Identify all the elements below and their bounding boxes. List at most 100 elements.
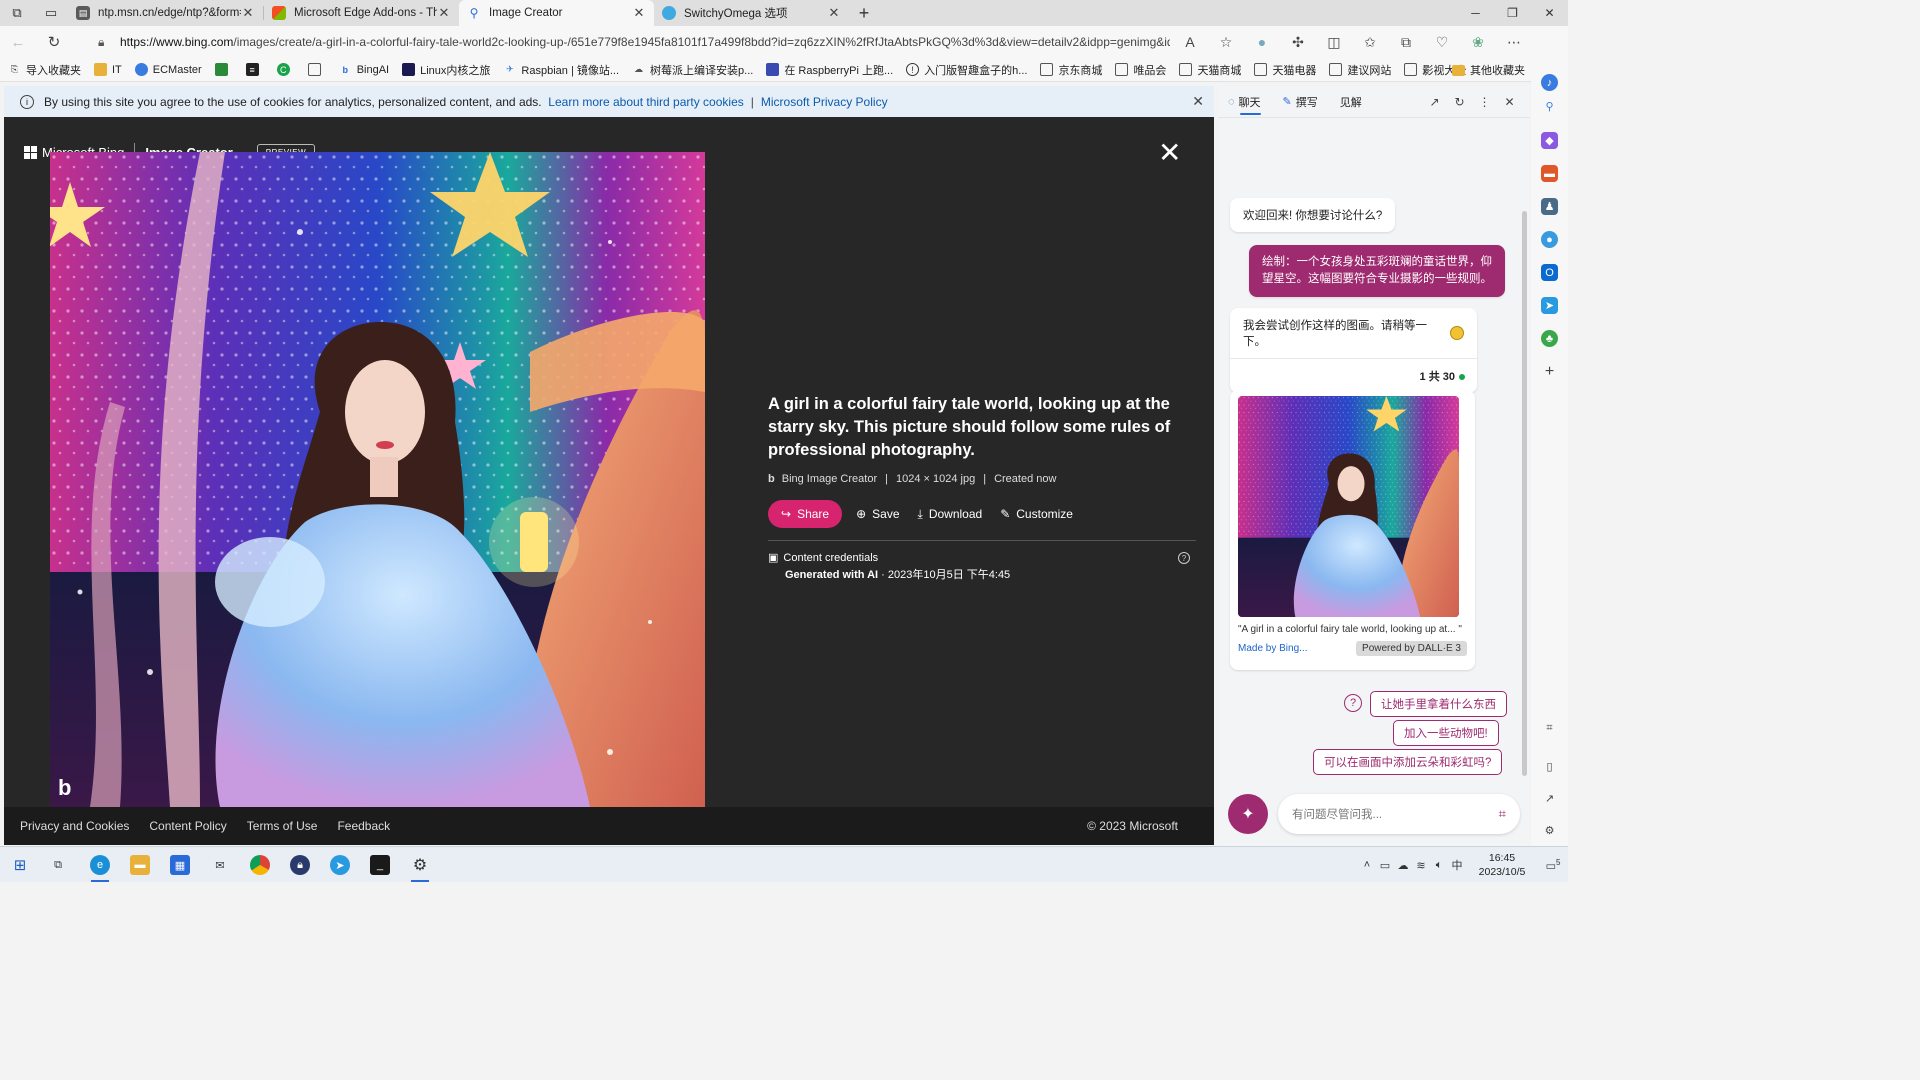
lock-icon[interactable]: 🔒︎ <box>98 35 120 50</box>
refresh-icon[interactable]: ↻ <box>1447 95 1472 109</box>
edge-taskbar-icon[interactable]: e <box>90 855 110 875</box>
vertical-tabs-icon[interactable]: ▭ <box>34 0 68 26</box>
close-tab-icon[interactable]: ✕ <box>437 5 451 21</box>
fav-tmall-elec[interactable]: 天猫电器 <box>1254 62 1316 78</box>
save-button[interactable]: ⊕ Save <box>856 507 899 521</box>
restore-icon[interactable]: ❐ <box>1494 0 1531 26</box>
fav-bingai[interactable]: b BingAI <box>339 63 389 76</box>
close-tab-icon[interactable]: ✕ <box>827 5 841 21</box>
privacy-link[interactable]: Privacy and Cookies <box>20 819 129 833</box>
close-icon[interactable]: ✕ <box>1497 95 1522 109</box>
close-tab-icon[interactable]: ✕ <box>632 5 646 21</box>
workspaces-icon[interactable]: ⧉ <box>0 0 34 26</box>
back-icon[interactable]: ← <box>0 34 36 51</box>
external-link-icon[interactable]: ↗ <box>1541 790 1558 807</box>
onedrive-icon[interactable]: ☁ <box>1394 859 1412 872</box>
tools-icon[interactable]: ▬ <box>1541 165 1558 182</box>
favorites-icon[interactable]: ✩ <box>1352 34 1388 51</box>
games-icon[interactable]: ♟ <box>1541 198 1558 215</box>
notification-center-icon[interactable]: ▭5 <box>1538 858 1568 873</box>
tab-insights[interactable]: 见解 <box>1340 86 1362 118</box>
more-menu-icon[interactable]: ⋯ <box>1496 34 1532 51</box>
fav-import[interactable]: ⎘ 导入收藏夹 <box>8 62 81 78</box>
download-button[interactable]: ⤓ Download <box>918 507 983 522</box>
fav-ecmaster[interactable]: ECMaster <box>134 63 202 76</box>
ime-indicator[interactable]: 中 <box>1448 857 1466 873</box>
open-in-new-icon[interactable]: ↗ <box>1422 95 1447 109</box>
clock[interactable]: 16:45 2023/10/5 <box>1466 851 1538 879</box>
outlook-icon[interactable]: O <box>1541 264 1558 281</box>
close-icon[interactable]: ✕ <box>1192 93 1204 110</box>
suggestion-2[interactable]: 加入一些动物吧! <box>1393 720 1499 746</box>
fav-page[interactable] <box>307 63 326 76</box>
search-icon[interactable]: ⚲ <box>1541 98 1558 115</box>
mail-icon[interactable]: ✉ <box>210 855 230 875</box>
feedback-link[interactable]: Feedback <box>337 819 390 833</box>
vpn-lock-icon[interactable]: 🔒︎ <box>290 855 310 875</box>
chevron-right-icon[interactable]: › <box>1422 58 1427 82</box>
suggestion-1[interactable]: 让她手里拿着什么东西 <box>1370 691 1507 717</box>
battery-icon[interactable]: ▭ <box>1376 859 1394 872</box>
refresh-icon[interactable]: ↻ <box>36 33 72 51</box>
settings-gear-icon[interactable]: ⚙ <box>410 855 430 875</box>
customize-button[interactable]: ✎ Customize <box>1000 507 1073 521</box>
favorite-star-icon[interactable]: ☆ <box>1208 34 1244 51</box>
generated-image[interactable]: b <box>50 152 705 807</box>
fav-raspberrypi-compile[interactable]: ☁ 树莓派上编译安装p... <box>632 62 753 78</box>
tag-icon[interactable]: ◆ <box>1541 132 1558 149</box>
fav-green-c[interactable]: C <box>276 63 295 76</box>
url-text[interactable]: https://www.bing.com/images/create/a-gir… <box>120 35 1170 49</box>
collections-icon[interactable]: ⧉ <box>1388 34 1424 51</box>
suggestion-3[interactable]: 可以在画面中添加云朵和彩虹吗? <box>1313 749 1503 775</box>
chrome-icon[interactable] <box>250 855 270 875</box>
task-view-icon[interactable]: ⧉ <box>48 855 68 875</box>
tab-switchyomega[interactable]: SwitchyOmega 选项 ✕ <box>654 0 849 26</box>
tab-image-creator[interactable]: ⚲ Image Creator ✕ <box>459 0 654 26</box>
tab-chat[interactable]: ◌ 聊天 <box>1228 86 1261 118</box>
fav-tmall[interactable]: 天猫商城 <box>1179 62 1241 78</box>
terms-link[interactable]: Terms of Use <box>247 819 318 833</box>
share-button[interactable]: ↪ Share <box>768 500 843 528</box>
fav-vip[interactable]: 唯品会 <box>1115 62 1166 78</box>
screenshot-icon[interactable]: ⌗ <box>1541 720 1558 737</box>
close-tab-icon[interactable]: ✕ <box>241 5 255 21</box>
fav-black[interactable]: ≡ <box>245 63 264 76</box>
profile-avatar-icon[interactable]: ❀ <box>1460 34 1496 51</box>
image-thumbnail[interactable] <box>1238 396 1459 617</box>
fav-it-folder[interactable]: IT <box>94 63 122 76</box>
file-explorer-icon[interactable]: ▬ <box>130 855 150 875</box>
tab-msn[interactable]: ▤ ntp.msn.cn/edge/ntp?&form=M ✕ <box>68 0 263 26</box>
windows-start-icon[interactable]: ⊞ <box>10 855 30 875</box>
made-by-link[interactable]: Made by Bing... <box>1238 643 1307 654</box>
copilot-app-icon[interactable]: ● <box>1541 231 1558 248</box>
split-screen-icon[interactable]: ◫ <box>1316 34 1352 51</box>
add-icon[interactable]: + <box>1541 363 1558 380</box>
fav-box[interactable]: ! 入门版智趣盒子的h... <box>906 62 1027 78</box>
telegram-icon[interactable]: ➤ <box>1541 297 1558 314</box>
screenshot-scan-icon[interactable]: ⌗ <box>1499 806 1506 822</box>
third-party-cookies-link[interactable]: Learn more about third party cookies <box>548 95 743 109</box>
fav-suggested[interactable]: 建议网站 <box>1329 62 1391 78</box>
volume-icon[interactable]: 🔈︎ <box>1430 859 1448 872</box>
help-icon[interactable]: ? <box>1178 552 1190 564</box>
settings-gear-icon[interactable]: ⚙ <box>1541 822 1558 839</box>
address-bar[interactable]: 🔒︎ https://www.bing.com/images/create/a-… <box>88 29 1238 55</box>
fav-linux[interactable]: Linux内核之旅 <box>402 62 490 78</box>
fav-jd[interactable]: 京东商城 <box>1040 62 1102 78</box>
browser-essentials-icon[interactable]: ♡ <box>1424 34 1460 51</box>
extension-circle-icon[interactable]: ● <box>1244 34 1280 50</box>
new-tab-button[interactable]: + <box>849 0 879 26</box>
privacy-policy-link[interactable]: Microsoft Privacy Policy <box>761 95 888 109</box>
more-vertical-icon[interactable]: ⋮ <box>1472 95 1497 109</box>
telegram-taskbar-icon[interactable]: ➤ <box>330 855 350 875</box>
fav-raspbian[interactable]: ✈ Raspbian | 镜像站... <box>503 62 619 78</box>
tab-edge-addons[interactable]: Microsoft Edge Add-ons - Theme ✕ <box>264 0 459 26</box>
new-topic-broom-button[interactable]: ✦ <box>1228 794 1268 834</box>
tab-compose[interactable]: ✎ 撰写 <box>1283 86 1318 118</box>
extensions-puzzle-icon[interactable]: ✣ <box>1280 34 1316 51</box>
sidebar-toggle-icon[interactable]: ▯ <box>1541 758 1558 775</box>
image-result-card[interactable]: "A girl in a colorful fairy tale world, … <box>1230 390 1475 670</box>
fav-other-folder[interactable]: 其他收藏夹 <box>1452 58 1525 82</box>
chevron-up-icon[interactable]: ˄ <box>1358 859 1376 871</box>
chat-input[interactable]: 有问题尽管问我... ⌗ <box>1278 794 1520 834</box>
